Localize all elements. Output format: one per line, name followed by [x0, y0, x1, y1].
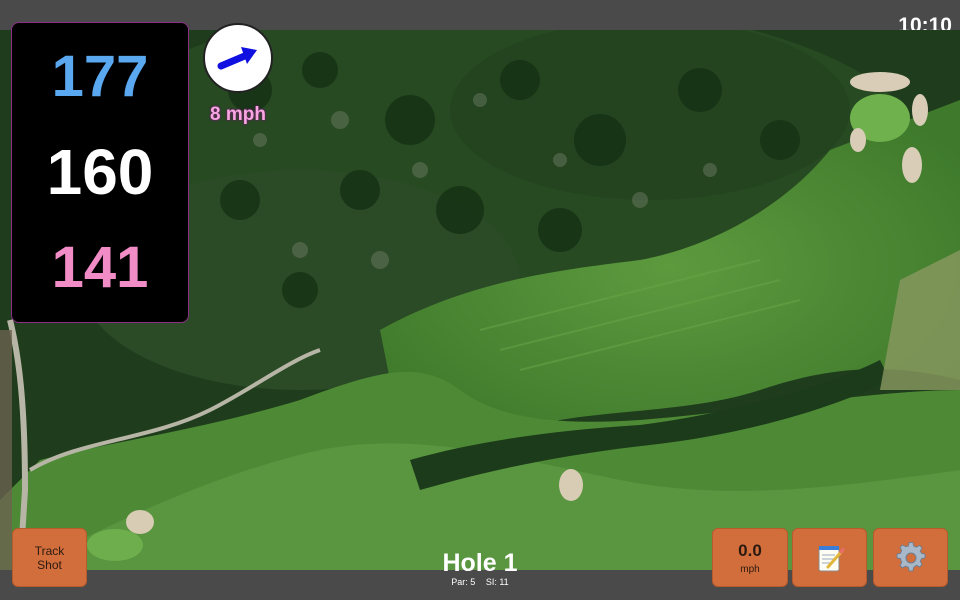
- distance-middle: 160: [46, 136, 154, 209]
- distance-front: 141: [51, 234, 149, 300]
- scorecard-notes-button[interactable]: [792, 528, 867, 587]
- shot-speed-button[interactable]: 0.0 mph: [712, 528, 788, 587]
- speed-value: 0.0: [738, 540, 762, 560]
- wind-direction-arrow-icon: [217, 47, 257, 70]
- hole-info: Par: 5 SI: 11: [380, 577, 580, 587]
- hole-par: Par: 5: [451, 577, 476, 587]
- distance-back: 177: [51, 44, 149, 110]
- track-shot-button[interactable]: Track Shot: [12, 528, 87, 587]
- notepad-icon: [818, 545, 844, 571]
- wind-speed: 8 mph: [210, 104, 266, 125]
- settings-button[interactable]: [873, 528, 948, 587]
- distance-panel: 177 160 141: [11, 22, 189, 323]
- wind-indicator[interactable]: [203, 23, 273, 93]
- track-shot-label-line1: Track: [34, 543, 65, 558]
- speed-unit: mph: [740, 563, 760, 575]
- track-shot-label-line2: Shot: [37, 557, 62, 572]
- hole-title: Hole 1: [442, 549, 518, 577]
- hole-stroke-index: SI: 11: [485, 577, 509, 587]
- gear-icon: [896, 541, 926, 571]
